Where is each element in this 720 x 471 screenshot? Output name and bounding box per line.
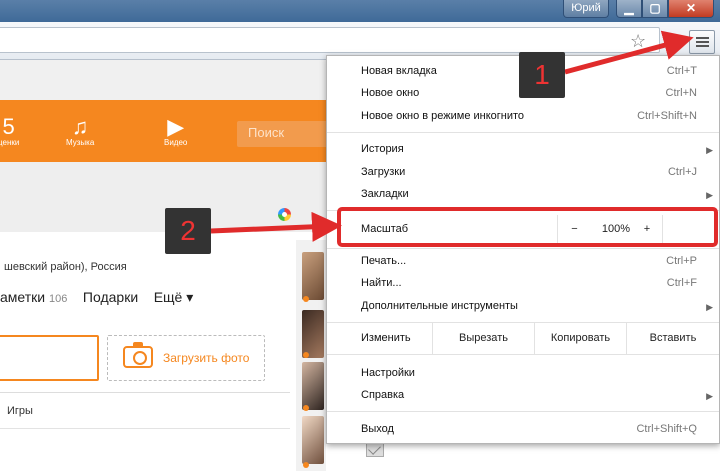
menu-separator (327, 248, 719, 249)
nav-video-label: Видео (164, 138, 188, 147)
chrome-menu-button[interactable] (689, 30, 715, 54)
submenu-arrow-icon: ▶ (706, 145, 713, 155)
minimize-button[interactable]: ▁ (616, 0, 642, 18)
user-profile-button[interactable]: Юрий (563, 0, 609, 18)
hamburger-icon-line (696, 45, 709, 47)
menu-item-print[interactable]: Печать... (361, 255, 406, 267)
menu-item-incognito[interactable]: Новое окно в режиме инкогнито (361, 110, 524, 122)
online-indicator (303, 405, 309, 411)
nav-music-label: Музыка (66, 138, 95, 147)
upload-photo-label: Загрузить фото (163, 351, 250, 365)
color-picker-icon[interactable] (278, 208, 291, 221)
shortcut-downloads: Ctrl+J (667, 166, 697, 178)
menu-item-exit[interactable]: Выход (361, 423, 394, 435)
close-window-button[interactable]: ✕ (668, 0, 714, 18)
mail-icon[interactable] (366, 443, 384, 457)
upload-photo-button[interactable]: Загрузить фото (107, 335, 265, 381)
address-bar[interactable] (0, 27, 660, 53)
online-indicator (303, 296, 309, 302)
friend-avatar[interactable] (302, 310, 324, 358)
window-titlebar (0, 0, 720, 22)
menu-item-find[interactable]: Найти... (361, 277, 402, 289)
shortcut-new-tab: Ctrl+T (666, 65, 697, 77)
submenu-arrow-icon: ▶ (706, 302, 713, 312)
nav-video[interactable]: ▶ Видео (164, 114, 188, 148)
submenu-arrow-icon: ▶ (706, 391, 713, 401)
online-indicator (303, 352, 309, 358)
nav-ratings-label: ценки (0, 138, 20, 147)
menu-separator (327, 132, 719, 133)
video-icon: ▶ (167, 114, 185, 139)
menu-item-help[interactable]: Справка (361, 389, 404, 401)
games-link[interactable]: Игры (7, 405, 33, 417)
shortcut-print: Ctrl+P (666, 255, 697, 267)
menu-item-history[interactable]: История (361, 143, 404, 155)
zoom-highlight-box (337, 207, 718, 247)
chrome-main-menu: Новая вкладка Ctrl+T Новое окно Ctrl+N Н… (326, 55, 720, 444)
hamburger-icon-line (696, 41, 709, 43)
divider (0, 428, 290, 429)
menu-item-edit: Изменить (361, 332, 411, 344)
tab-more[interactable]: Ещё ▾ (154, 289, 194, 305)
submenu-arrow-icon: ▶ (706, 190, 713, 200)
copy-button[interactable]: Копировать (534, 323, 626, 354)
shortcut-find: Ctrl+F (666, 277, 697, 289)
tab-gifts[interactable]: Подарки (83, 289, 138, 305)
menu-separator (327, 411, 719, 412)
site-header-band (0, 60, 330, 100)
shortcut-new-window: Ctrl+N (665, 87, 697, 99)
online-indicator (303, 462, 309, 468)
notes-count: 106 (48, 293, 68, 305)
profile-location: шевский район), Россия (4, 261, 127, 273)
ratings-icon: 5 (2, 114, 15, 139)
tab-notes[interactable]: аметки (0, 289, 45, 305)
menu-item-bookmarks[interactable]: Закладки (361, 188, 409, 200)
shortcut-incognito: Ctrl+Shift+N (637, 110, 697, 122)
nav-ratings[interactable]: 5 ценки (0, 114, 20, 148)
callout-step-2: 2 (165, 208, 211, 254)
menu-separator (327, 354, 719, 355)
menu-item-more-tools[interactable]: Дополнительные инструменты (361, 300, 518, 312)
shortcut-exit: Ctrl+Shift+Q (636, 423, 697, 435)
menu-item-downloads[interactable]: Загрузки (361, 166, 405, 178)
menu-item-new-tab[interactable]: Новая вкладка (361, 65, 437, 77)
menu-edit-row: Изменить Вырезать Копировать Вставить (327, 323, 719, 354)
new-post-input[interactable] (0, 335, 99, 381)
callout-step-1: 1 (519, 52, 565, 98)
cut-button[interactable]: Вырезать (432, 323, 534, 354)
friend-avatar[interactable] (302, 416, 324, 464)
friend-avatar[interactable] (302, 362, 324, 410)
paste-button[interactable]: Вставить (626, 323, 719, 354)
divider (0, 392, 290, 393)
nav-music[interactable]: ♫ Музыка (66, 114, 95, 148)
friend-avatar[interactable] (302, 252, 324, 300)
bookmark-star-icon[interactable]: ☆ (630, 31, 650, 51)
profile-tabs: аметки 106 Подарки Ещё ▾ (0, 289, 193, 306)
site-search-input[interactable]: Поиск (237, 121, 333, 147)
maximize-button[interactable]: ▢ (642, 0, 668, 18)
menu-item-settings[interactable]: Настройки (361, 367, 415, 379)
menu-item-new-window[interactable]: Новое окно (361, 87, 419, 99)
hamburger-icon (696, 37, 709, 39)
camera-icon (123, 342, 153, 368)
music-icon: ♫ (71, 114, 89, 139)
